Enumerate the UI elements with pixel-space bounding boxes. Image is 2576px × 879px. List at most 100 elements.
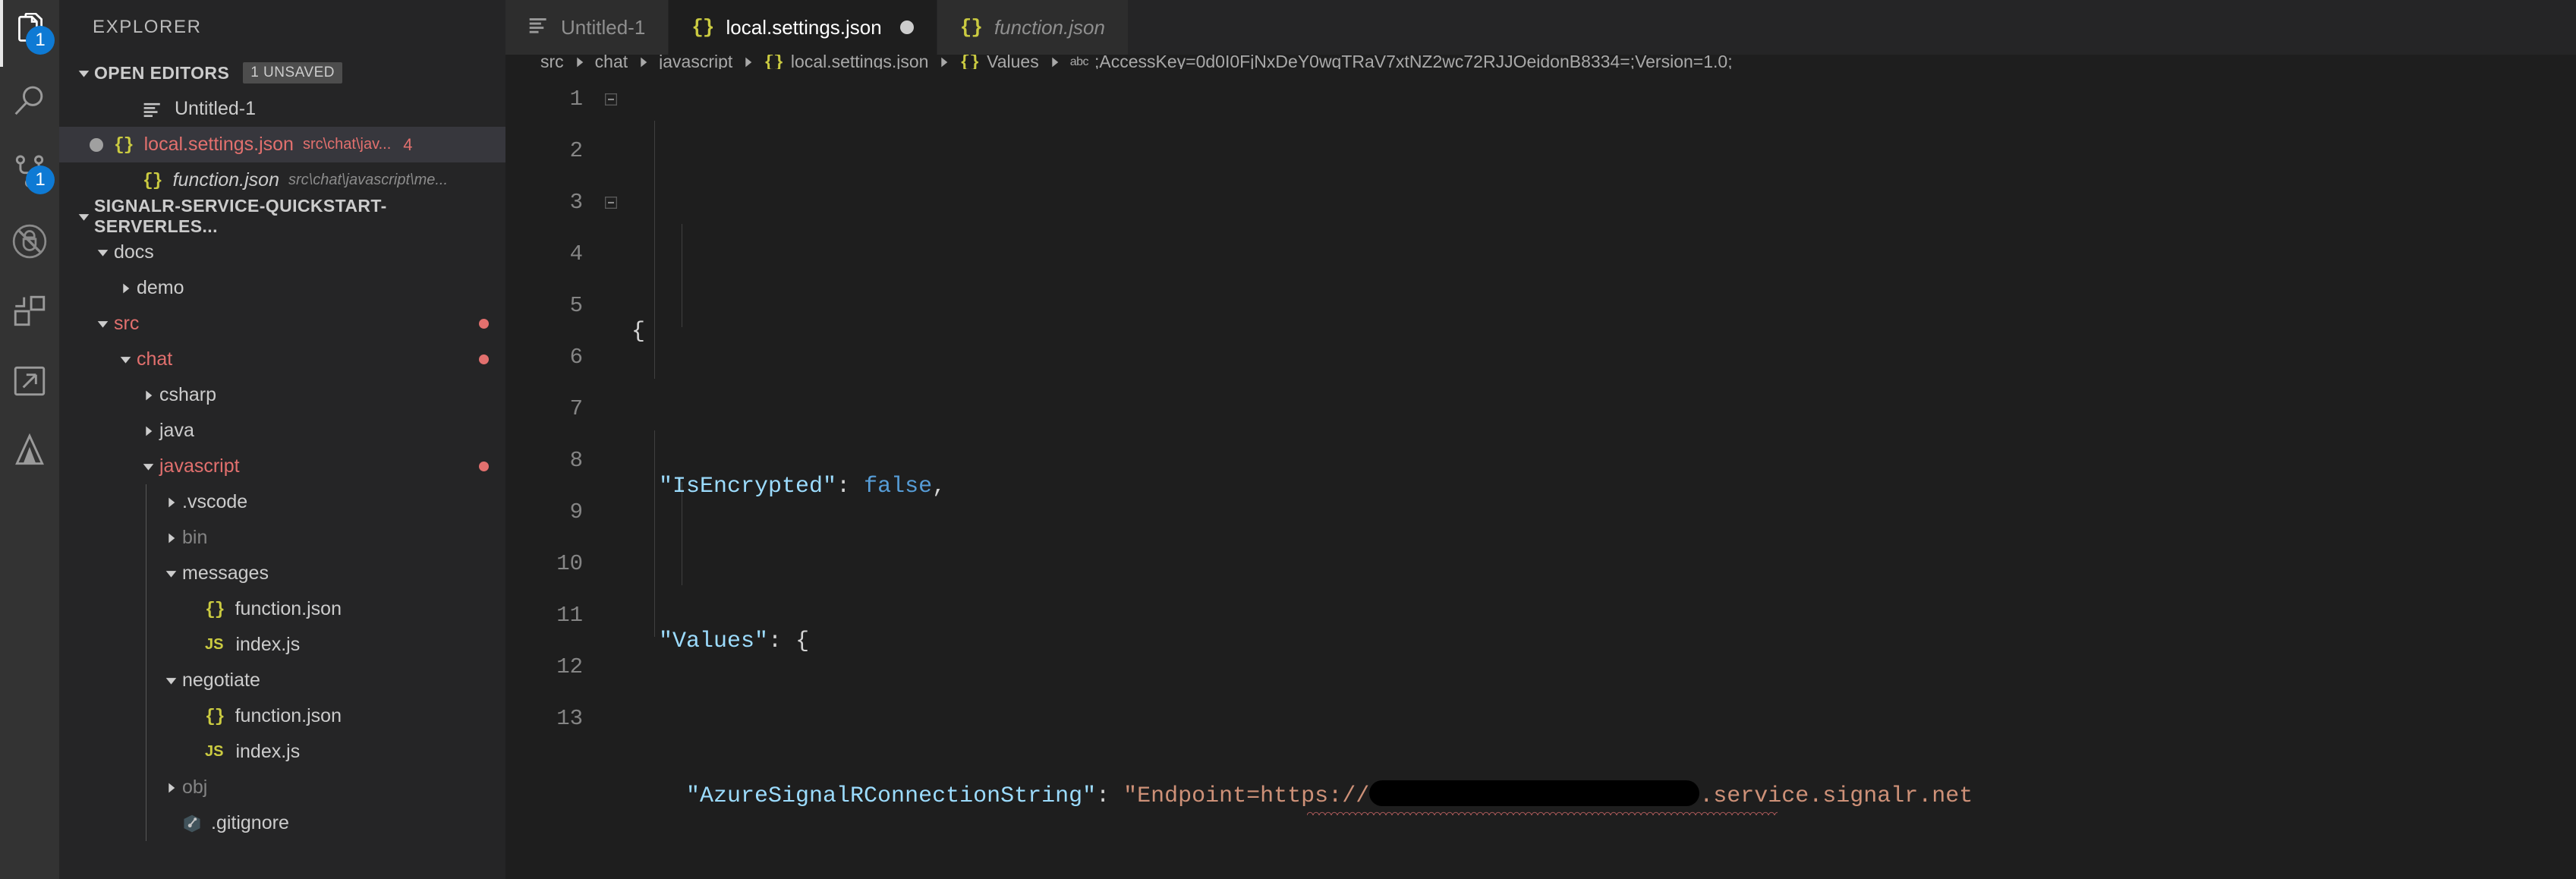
tree-item-label: .vscode — [182, 491, 248, 512]
dirty-indicator — [118, 174, 132, 187]
redacted-endpoint-host — [1369, 780, 1700, 807]
line-number: 6 — [569, 345, 583, 370]
chevron-down-icon[interactable] — [159, 567, 182, 580]
abc-symbol-icon: abc — [1069, 55, 1089, 68]
tree-item-index-js[interactable]: JS index.js — [59, 627, 505, 663]
line-number: 5 — [569, 293, 583, 319]
tree-item-label: function.json — [235, 705, 342, 726]
chevron-down-icon[interactable] — [91, 246, 114, 259]
code-token: : — [768, 629, 783, 655]
open-editor-item-local-settings-json[interactable]: {} local.settings.json src\chat\jav... 4 — [59, 127, 505, 162]
tree-item-obj[interactable]: obj — [59, 770, 505, 805]
chevron-right-icon[interactable] — [159, 782, 182, 794]
line-number: 4 — [569, 241, 583, 267]
tree-item-label: javascript — [159, 455, 240, 477]
activity-source-control-button[interactable]: 1 — [0, 137, 59, 206]
line-number: 8 — [569, 448, 583, 474]
code-token: : — [836, 474, 851, 500]
tree-item-label: bin — [182, 527, 208, 548]
tree-item-messages[interactable]: messages — [59, 556, 505, 591]
tree-item-index-js[interactable]: JS index.js — [59, 734, 505, 770]
tree-item-javascript[interactable]: javascript — [59, 449, 505, 484]
breadcrumb-label: Values — [987, 55, 1039, 70]
tab-untitled-1[interactable]: Untitled-1 — [505, 0, 669, 55]
chevron-down-icon — [73, 210, 94, 223]
tab-dirty-indicator[interactable] — [899, 20, 914, 34]
breadcrumb-label: ;AccessKey=0d0I0FjNxDeY0wqTRaV7xtNZ2wc72… — [1094, 55, 1733, 70]
tree-item-demo[interactable]: demo — [59, 270, 505, 306]
activity-extensions-button[interactable] — [0, 276, 59, 346]
javascript-file-icon: JS — [205, 743, 224, 760]
activity-bar: 1 1 — [0, 0, 59, 879]
code-token: { — [795, 629, 810, 655]
error-squiggle — [1307, 811, 1778, 816]
activity-search-button[interactable] — [0, 67, 59, 137]
breadcrumb-item-values[interactable]: {} Values — [959, 55, 1038, 69]
open-editor-item-untitled-1[interactable]: Untitled-1 — [59, 91, 505, 127]
code-token: { — [631, 319, 646, 345]
chevron-right-icon[interactable] — [159, 496, 182, 509]
tree-item-negotiate[interactable]: negotiate — [59, 663, 505, 698]
chevron-down-icon[interactable] — [91, 317, 114, 330]
explorer-sidebar: EXPLORER OPEN EDITORS 1 UNSAVED Untitled… — [59, 0, 505, 879]
code-editor[interactable]: 12345678910111213 { "IsEncry — [505, 69, 2576, 879]
open-editor-problem-count: 4 — [403, 134, 413, 154]
tree-item-src[interactable]: src — [59, 306, 505, 342]
line-number: 11 — [556, 603, 583, 629]
tree-item--vscode[interactable]: .vscode — [59, 484, 505, 520]
chevron-right-icon[interactable] — [159, 532, 182, 544]
fold-marker[interactable] — [597, 177, 625, 228]
tree-item-label: java — [159, 420, 194, 441]
tab-function-json[interactable]: {} function.json — [937, 0, 1129, 55]
breadcrumb-item-src[interactable]: src — [540, 55, 564, 69]
code-content[interactable]: { "IsEncrypted": false, "Values": { "Azu… — [625, 69, 2576, 879]
unsaved-count-badge: 1 UNSAVED — [243, 62, 342, 83]
tree-item-csharp[interactable]: csharp — [59, 377, 505, 413]
chevron-right-icon — [743, 56, 753, 68]
json-file-icon: {} — [143, 170, 163, 191]
tree-item--gitignore[interactable]: .gitignore — [59, 805, 505, 841]
chevron-down-icon[interactable] — [137, 460, 159, 473]
open-editor-item-function-json[interactable]: {} function.json src\chat\javascript\me.… — [59, 162, 505, 198]
open-editor-path: src\chat\jav... — [302, 136, 392, 153]
activity-explorer-button[interactable]: 1 — [0, 0, 59, 67]
dirty-indicator — [118, 102, 132, 116]
tree-item-label: obj — [182, 777, 208, 798]
chevron-right-icon[interactable] — [137, 425, 159, 437]
chevron-down-icon[interactable] — [114, 353, 137, 366]
activity-docker-button[interactable] — [0, 416, 59, 486]
activity-run-debug-button[interactable] — [0, 206, 59, 276]
text-file-icon — [143, 99, 162, 119]
tree-item-function-json[interactable]: {} function.json — [59, 591, 505, 627]
line-number: 2 — [569, 138, 583, 164]
code-token: .service.signalr.net — [1699, 783, 1973, 810]
json-file-icon: {} — [205, 599, 225, 619]
breadcrumb-item-local-settings-json[interactable]: {} local.settings.json — [764, 55, 928, 69]
tree-item-bin[interactable]: bin — [59, 520, 505, 556]
workspace-folder-header[interactable]: SIGNALR-SERVICE-QUICKSTART-SERVERLES... — [59, 196, 505, 236]
json-file-icon: {} — [691, 16, 714, 39]
open-editor-name: Untitled-1 — [175, 98, 256, 119]
tree-item-function-json[interactable]: {} function.json — [59, 698, 505, 734]
folding-gutter[interactable] — [597, 69, 625, 879]
tree-item-docs[interactable]: docs — [59, 235, 505, 270]
tab-local-settings-json[interactable]: {} local.settings.json — [669, 0, 937, 55]
breadcrumb-item-chat[interactable]: chat — [595, 55, 628, 69]
open-editor-name: function.json — [172, 169, 279, 191]
activity-azure-button[interactable] — [0, 346, 59, 416]
breadcrumb-item-accesskey[interactable]: abc ;AccessKey=0d0I0FjNxDeY0wqTRaV7xtNZ2… — [1070, 55, 1733, 69]
code-line-1: { — [625, 306, 2576, 358]
tree-item-label: src — [114, 313, 140, 334]
chevron-right-icon[interactable] — [114, 282, 137, 295]
open-editors-header[interactable]: OPEN EDITORS 1 UNSAVED — [59, 55, 505, 91]
breadcrumb-item-javascript[interactable]: javascript — [659, 55, 732, 69]
tree-item-label: docs — [114, 241, 154, 263]
json-file-icon: {} — [114, 134, 134, 155]
tree-item-java[interactable]: java — [59, 413, 505, 449]
chevron-down-icon[interactable] — [159, 674, 182, 687]
chevron-right-icon[interactable] — [137, 389, 159, 402]
fold-marker[interactable] — [597, 74, 625, 125]
tree-item-chat[interactable]: chat — [59, 342, 505, 377]
open-editor-path: src\chat\javascript\me... — [288, 172, 449, 188]
